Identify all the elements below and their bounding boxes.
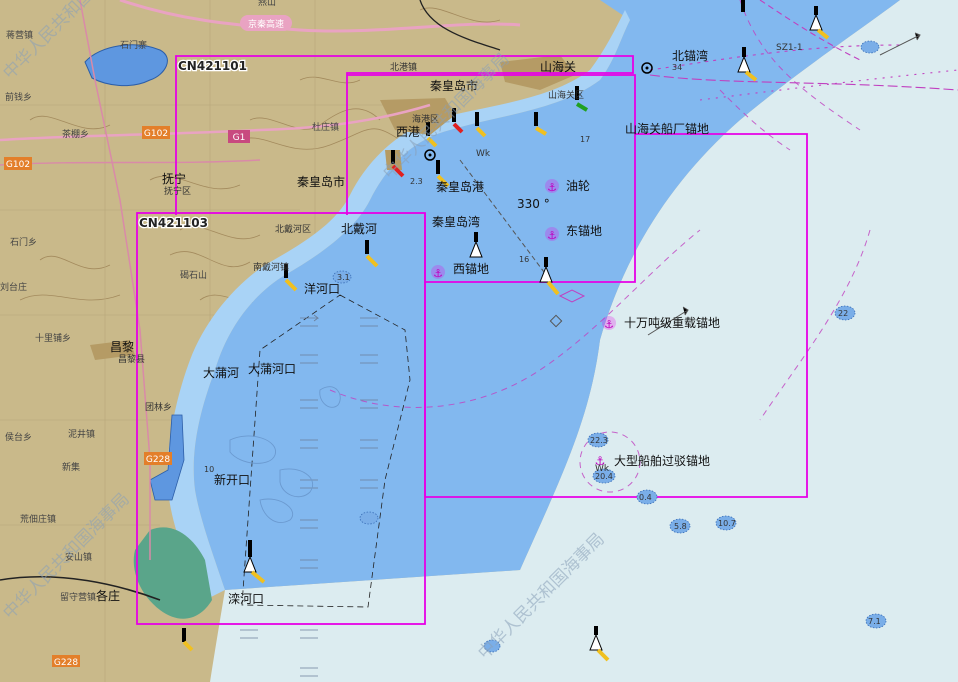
svg-text:洋河口: 洋河口 bbox=[304, 281, 340, 296]
svg-text:秦皇岛港: 秦皇岛港 bbox=[436, 179, 484, 194]
svg-text:碣石山: 碣石山 bbox=[180, 270, 207, 281]
svg-text:山海关区: 山海关区 bbox=[548, 89, 584, 101]
svg-text:北港镇: 北港镇 bbox=[390, 61, 417, 73]
svg-text:G228: G228 bbox=[146, 455, 170, 465]
svg-text:茶棚乡: 茶棚乡 bbox=[62, 128, 89, 140]
svg-text:5.8: 5.8 bbox=[674, 522, 687, 531]
svg-text:G1: G1 bbox=[233, 133, 246, 143]
svg-text:17: 17 bbox=[580, 135, 590, 144]
svg-text:石门寨: 石门寨 bbox=[120, 39, 147, 51]
svg-text:新开口: 新开口 bbox=[214, 472, 250, 487]
svg-text:昌黎: 昌黎 bbox=[110, 340, 134, 354]
svg-text:东锚地: 东锚地 bbox=[566, 223, 602, 238]
road-shield-expressway: 京秦高速 bbox=[240, 15, 292, 31]
svg-text:3.1: 3.1 bbox=[337, 273, 350, 282]
svg-text:大型船舶过驳锚地: 大型船舶过驳锚地 bbox=[614, 453, 710, 468]
cell-label-cn421103[interactable]: CN421103 bbox=[138, 215, 209, 232]
svg-text:22.3: 22.3 bbox=[590, 436, 608, 445]
svg-text:抚宁区: 抚宁区 bbox=[164, 185, 191, 197]
svg-text:⚓: ⚓ bbox=[547, 181, 557, 194]
svg-text:⚓: ⚓ bbox=[433, 267, 443, 280]
svg-text:南戴河镇: 南戴河镇 bbox=[253, 261, 289, 273]
svg-text:16: 16 bbox=[519, 255, 529, 264]
svg-text:留守营镇: 留守营镇 bbox=[60, 591, 96, 603]
svg-text:石门乡: 石门乡 bbox=[10, 236, 37, 248]
route-label: SZ1-1 bbox=[776, 43, 803, 53]
svg-text:团林乡: 团林乡 bbox=[145, 401, 172, 413]
svg-text:秦皇岛湾: 秦皇岛湾 bbox=[432, 214, 480, 229]
road-shield-g228-b: G228 bbox=[52, 655, 80, 668]
svg-text:2.3: 2.3 bbox=[410, 177, 423, 186]
cell-label-cn421101[interactable]: CN421101 bbox=[177, 58, 248, 75]
svg-text:7.1: 7.1 bbox=[868, 617, 881, 626]
svg-text:0.4: 0.4 bbox=[639, 493, 652, 502]
svg-text:十里铺乡: 十里铺乡 bbox=[35, 332, 71, 344]
road-shield-g102-b: G102 bbox=[4, 157, 32, 170]
svg-text:西锚地: 西锚地 bbox=[453, 261, 489, 276]
anchorage-symbol-heavy[interactable]: ⚓ bbox=[602, 316, 616, 331]
svg-text:滦河口: 滦河口 bbox=[228, 591, 264, 606]
svg-text:北锚湾: 北锚湾 bbox=[672, 48, 708, 63]
svg-text:荒佃庄镇: 荒佃庄镇 bbox=[20, 513, 56, 525]
svg-text:⚓: ⚓ bbox=[604, 318, 614, 331]
svg-text:十万吨级重载锚地: 十万吨级重载锚地 bbox=[624, 315, 720, 330]
nautical-chart[interactable]: 京秦高速 G1 G102 G102 G228 G228 CN421101 CN4… bbox=[0, 0, 958, 682]
svg-text:山海关: 山海关 bbox=[540, 59, 576, 74]
svg-text:大蒲河: 大蒲河 bbox=[203, 366, 239, 380]
svg-text:山海关船厂锚地: 山海关船厂锚地 bbox=[625, 121, 709, 136]
anchorage-symbol-oil[interactable]: ⚓ bbox=[545, 179, 559, 194]
svg-text:⚓: ⚓ bbox=[547, 229, 557, 242]
svg-text:昌黎县: 昌黎县 bbox=[118, 353, 145, 365]
road-shield-g228: G228 bbox=[144, 452, 172, 465]
svg-text:新集: 新集 bbox=[62, 461, 80, 473]
svg-text:34: 34 bbox=[672, 63, 682, 72]
svg-text:10: 10 bbox=[204, 465, 214, 474]
svg-text:秦皇岛市: 秦皇岛市 bbox=[297, 174, 345, 189]
svg-text:前钱乡: 前钱乡 bbox=[5, 91, 32, 103]
svg-text:各庄: 各庄 bbox=[96, 588, 120, 603]
svg-text:泥井镇: 泥井镇 bbox=[68, 428, 95, 440]
svg-text:侯台乡: 侯台乡 bbox=[5, 431, 32, 443]
anchorage-symbol-east[interactable]: ⚓ bbox=[545, 227, 559, 242]
svg-text:G102: G102 bbox=[6, 160, 30, 170]
svg-text:刘台庄: 刘台庄 bbox=[0, 281, 27, 293]
road-shield-g102: G102 bbox=[142, 126, 170, 139]
anchorage-symbol-west[interactable]: ⚓ bbox=[431, 265, 445, 280]
svg-text:大蒲河口: 大蒲河口 bbox=[248, 362, 296, 376]
svg-text:北戴河区: 北戴河区 bbox=[275, 223, 311, 235]
svg-text:油轮: 油轮 bbox=[566, 179, 590, 193]
svg-text:抚宁: 抚宁 bbox=[162, 171, 186, 186]
svg-text:G102: G102 bbox=[144, 129, 168, 139]
road-shield-g1: G1 bbox=[228, 130, 250, 143]
svg-text:北戴河: 北戴河 bbox=[341, 221, 377, 236]
svg-text:Wk: Wk bbox=[595, 464, 610, 474]
svg-text:10.7: 10.7 bbox=[718, 519, 736, 528]
svg-text:杜庄镇: 杜庄镇 bbox=[312, 121, 339, 133]
svg-text:22: 22 bbox=[838, 309, 848, 318]
svg-text:G228: G228 bbox=[54, 658, 78, 668]
fairway-bearing: 330 ° bbox=[517, 197, 550, 211]
svg-text:京秦高速: 京秦高速 bbox=[248, 18, 284, 30]
svg-text:Wk: Wk bbox=[476, 149, 491, 159]
svg-text:燕山: 燕山 bbox=[258, 0, 276, 8]
